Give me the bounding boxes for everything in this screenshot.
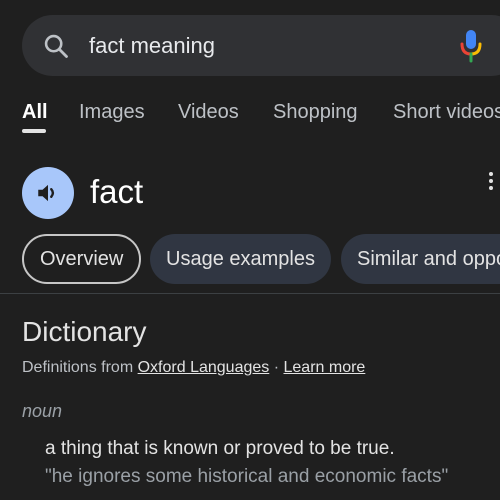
chip-similar-words[interactable]: Similar and opposite words	[341, 234, 500, 284]
tab-short-videos[interactable]: Short videos	[393, 96, 500, 128]
tab-all[interactable]: All	[22, 96, 48, 128]
learn-more-link[interactable]: Learn more	[284, 359, 366, 376]
search-results-page: fact meaning All Images Videos Shopping …	[0, 0, 500, 500]
definition-text: a thing that is known or proved to be tr…	[45, 438, 395, 459]
headword: fact	[90, 173, 144, 210]
speaker-icon	[38, 184, 55, 202]
part-of-speech: noun	[22, 401, 63, 421]
pronunciation-button[interactable]	[22, 167, 74, 219]
dictionary-source: Definitions from Oxford Languages · Lear…	[22, 359, 365, 377]
oxford-languages-link[interactable]: Oxford Languages	[138, 359, 270, 376]
tab-shopping[interactable]: Shopping	[273, 96, 358, 128]
chip-overview[interactable]: Overview	[22, 234, 142, 284]
search-input[interactable]: fact meaning	[89, 15, 215, 76]
source-separator: ·	[273, 359, 280, 376]
more-options-icon[interactable]	[489, 172, 497, 194]
microphone-icon[interactable]	[460, 29, 482, 63]
chip-usage-examples[interactable]: Usage examples	[150, 234, 331, 284]
dictionary-title: Dictionary	[22, 316, 147, 347]
divider	[0, 293, 500, 294]
tab-videos[interactable]: Videos	[178, 96, 239, 128]
tab-images[interactable]: Images	[79, 96, 145, 128]
search-bar[interactable]: fact meaning	[22, 15, 500, 76]
search-icon	[44, 34, 68, 58]
example-sentence: "he ignores some historical and economic…	[45, 466, 449, 487]
search-tabs: All Images Videos Shopping Short videos	[0, 96, 500, 136]
source-prefix: Definitions from	[22, 359, 134, 376]
active-tab-indicator	[22, 129, 46, 133]
